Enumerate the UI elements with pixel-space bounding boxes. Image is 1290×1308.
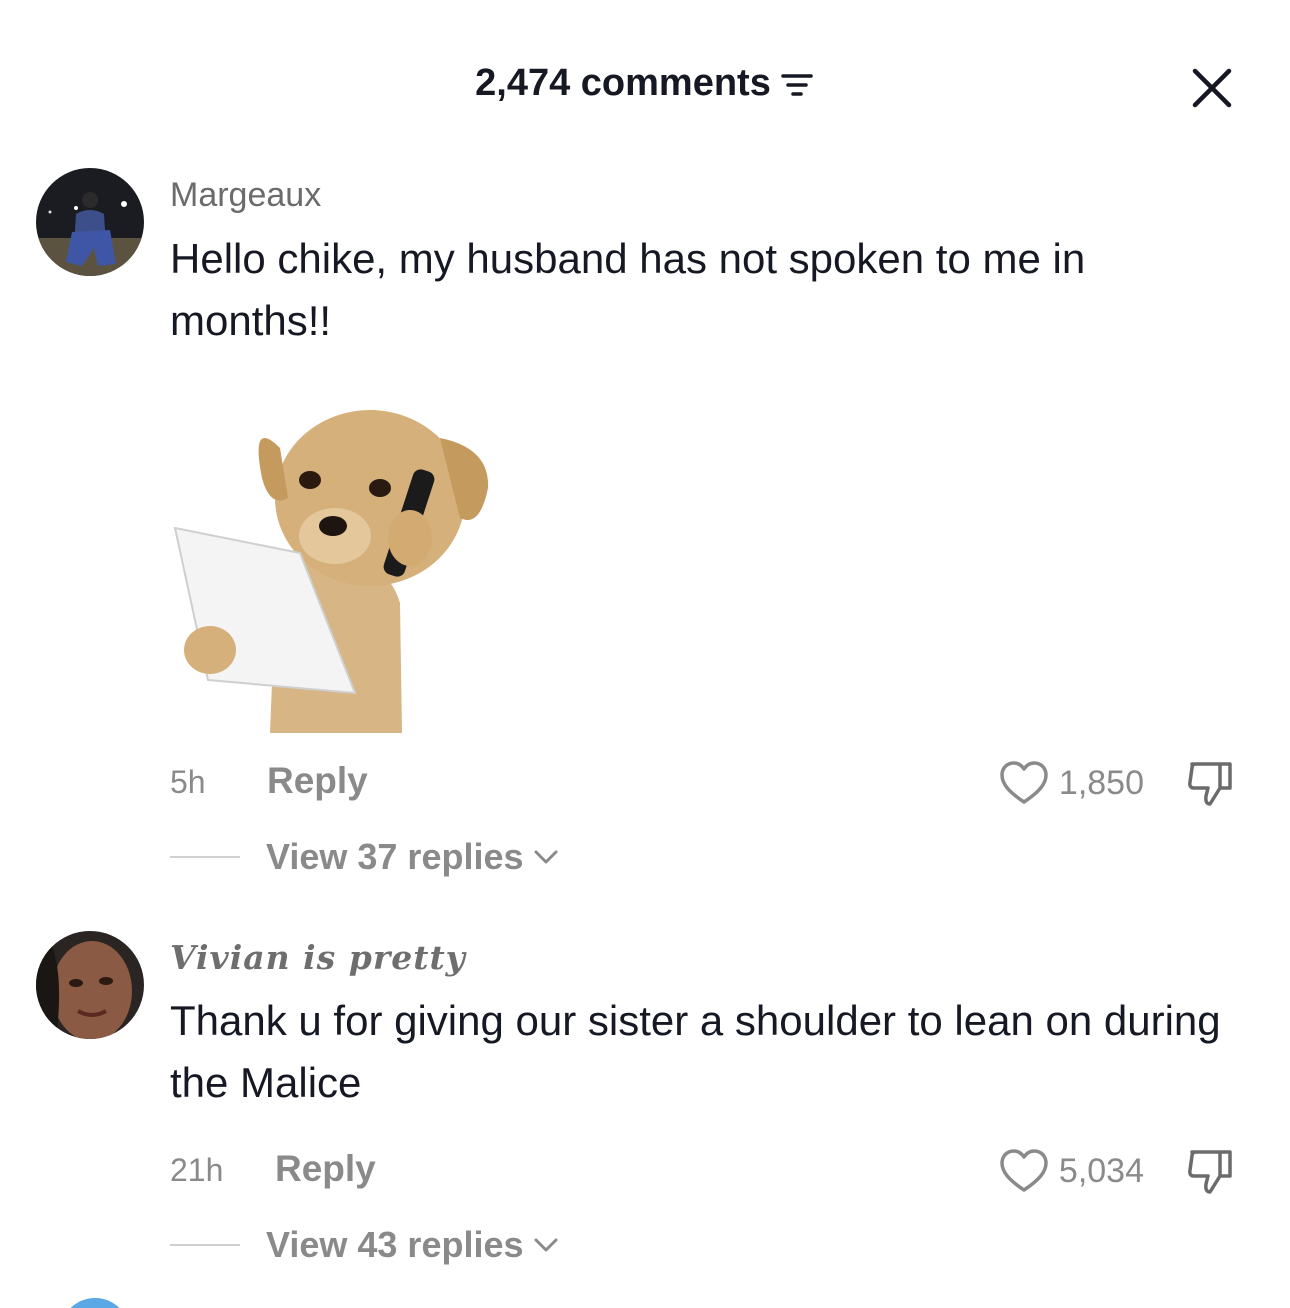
chevron-down-icon [534, 1238, 558, 1252]
puppy-phone-sticker[interactable] [170, 388, 500, 733]
dislike-icon[interactable] [1184, 758, 1238, 808]
reply-button[interactable]: Reply [275, 1148, 376, 1190]
comment-text: Thank u for giving our sister a shoulder… [170, 997, 1221, 1106]
view-replies-label: View 43 replies [266, 1224, 524, 1265]
avatar[interactable] [60, 1298, 130, 1308]
heart-icon [1000, 1149, 1048, 1192]
comment-meta: 21h Reply 5,034 [170, 1146, 1250, 1196]
avatar[interactable] [36, 931, 144, 1039]
replies-divider [170, 856, 240, 858]
sort-filter-icon[interactable] [779, 66, 815, 102]
dislike-icon[interactable] [1184, 1146, 1238, 1196]
comment-username[interactable]: Margeaux [170, 176, 321, 215]
comment-meta: 5h Reply 1,850 [170, 758, 1250, 808]
comments-header: 2,474 comments [0, 0, 1290, 170]
like-button[interactable]: 5,034 [999, 1146, 1144, 1196]
comment-time: 5h [170, 764, 206, 800]
view-replies-row: View 43 replies [170, 1220, 560, 1270]
view-replies-label: View 37 replies [266, 836, 524, 877]
like-button[interactable]: 1,850 [999, 758, 1144, 808]
comments-title[interactable]: 2,474 comments [0, 62, 1290, 105]
like-count: 5,034 [1058, 1151, 1144, 1190]
view-replies-button[interactable]: View 37 replies [266, 836, 560, 878]
comment-username[interactable]: Vivian is pretty [170, 938, 466, 977]
chevron-down-icon [534, 850, 558, 864]
comment-time: 21h [170, 1152, 224, 1188]
close-icon[interactable] [1190, 66, 1234, 110]
view-replies-row: View 37 replies [170, 832, 560, 882]
comments-count-label: 2,474 comments [475, 62, 771, 104]
reply-button[interactable]: Reply [267, 760, 368, 802]
like-count: 1,850 [1058, 763, 1144, 802]
avatar[interactable] [36, 168, 144, 276]
view-replies-button[interactable]: View 43 replies [266, 1224, 560, 1266]
replies-divider [170, 1244, 240, 1246]
comment-text: Hello chike, my husband has not spoken t… [170, 235, 1086, 344]
heart-icon [1000, 761, 1048, 804]
